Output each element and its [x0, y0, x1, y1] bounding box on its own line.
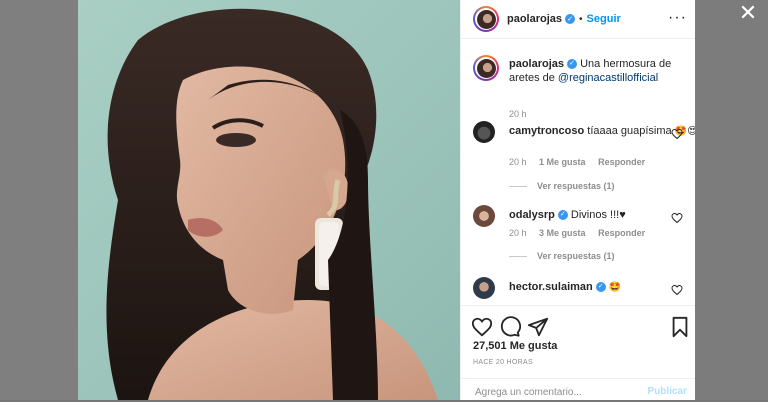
comment-username[interactable]: hector.sulaiman [509, 281, 593, 293]
close-icon[interactable]: ✕ [735, 2, 761, 24]
caption-avatar[interactable] [473, 55, 499, 81]
comment-input[interactable] [473, 383, 637, 401]
more-options-icon[interactable]: ··· [668, 9, 687, 27]
likes-count[interactable]: 27,501 Me gusta [473, 340, 557, 352]
comment-username[interactable]: camytroncoso [509, 125, 584, 137]
avatar[interactable] [473, 6, 499, 32]
comment-likes[interactable]: 3 Me gusta [539, 228, 586, 238]
post-photo[interactable] [78, 0, 460, 400]
action-icons [471, 316, 691, 338]
reply-button[interactable]: Responder [598, 228, 645, 238]
publish-button[interactable]: Publicar [648, 386, 687, 397]
post-actions: 27,501 Me gusta HACE 20 HORAS Publicar [461, 305, 695, 401]
view-replies-label: Ver respuestas (1) [537, 181, 615, 191]
heart-icon[interactable] [471, 316, 493, 338]
replies-divider [509, 185, 527, 187]
comment-time[interactable]: 20 h [509, 228, 527, 238]
portrait-image [106, 8, 438, 400]
commenter-avatar[interactable] [473, 121, 495, 143]
add-comment-bar: Publicar [461, 378, 695, 402]
post-details-panel: paolarojas ✓ • Seguir ··· paolarojas ✓ Un… [460, 0, 695, 401]
reply-button[interactable]: Responder [598, 157, 645, 167]
commenter-avatar[interactable] [473, 205, 495, 227]
likes-suffix: Me gusta [506, 340, 558, 352]
post-timestamp[interactable]: HACE 20 HORAS [473, 359, 533, 366]
caption-username[interactable]: paolarojas [509, 58, 564, 70]
commenter-avatar[interactable] [473, 277, 495, 299]
view-replies-label: Ver respuestas (1) [537, 251, 615, 261]
share-icon[interactable] [527, 316, 549, 338]
like-comment-icon[interactable] [671, 284, 683, 296]
verified-icon: ✓ [557, 210, 568, 221]
separator-dot: • [579, 13, 583, 25]
comment-icon[interactable] [499, 316, 521, 338]
like-comment-icon[interactable] [671, 212, 683, 224]
view-replies-button[interactable]: Ver respuestas (1) [509, 181, 615, 191]
header-username[interactable]: paolarojas [507, 13, 562, 25]
bookmark-icon[interactable] [669, 316, 691, 338]
likes-number: 27,501 [473, 340, 507, 352]
verified-icon: ✓ [567, 59, 578, 70]
verified-icon: ✓ [565, 14, 576, 24]
like-comment-icon[interactable] [671, 128, 683, 140]
caption-timestamp[interactable]: 20 h [509, 109, 527, 119]
post-header: paolarojas ✓ • Seguir ··· [461, 0, 695, 39]
view-replies-button[interactable]: Ver respuestas (1) [509, 251, 615, 261]
comment-text: Divinos !!!♥ [570, 209, 626, 221]
follow-button[interactable]: Seguir [587, 13, 621, 25]
comments-list[interactable]: paolarojas ✓ Una hermosura de aretes de @… [461, 39, 695, 305]
comment-username[interactable]: odalysrp [509, 209, 555, 221]
comment-time[interactable]: 20 h [509, 157, 527, 167]
caption-mention[interactable]: @reginacastillofficial [558, 72, 658, 84]
comment-text: tíaaaa guapísima [587, 125, 672, 137]
comment-emoji: 🤩 [608, 282, 622, 293]
comment-likes[interactable]: 1 Me gusta [539, 157, 586, 167]
verified-icon: ✓ [595, 282, 606, 293]
backdrop-right [694, 0, 768, 400]
replies-divider [509, 255, 527, 257]
backdrop-left [0, 0, 78, 400]
